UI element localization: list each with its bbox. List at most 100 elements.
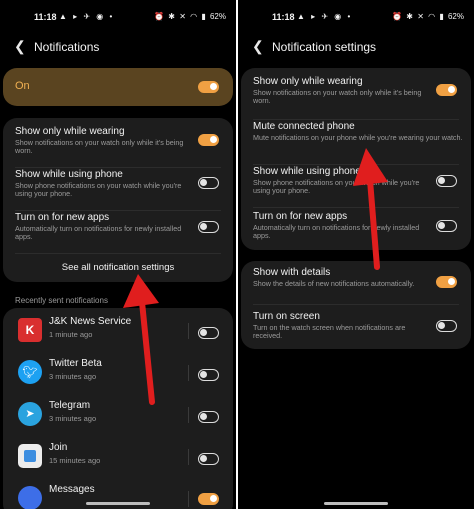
status-bar: 11:18 ▲ ▸ ✈ ◉ • ⏰ ✱ ✕ ◠ ▮ 62% xyxy=(0,11,236,25)
wifi-icon: ◠ xyxy=(428,12,436,21)
toggle-show-with-details[interactable] xyxy=(436,276,457,288)
toggle-knob xyxy=(448,86,455,93)
toggle-knob xyxy=(200,371,207,378)
toggle-app-twitter-beta[interactable] xyxy=(198,369,219,381)
screenshot-stage: 11:18 ▲ ▸ ✈ ◉ • ⏰ ✱ ✕ ◠ ▮ 62% ❮ Notifica… xyxy=(0,0,474,509)
telegram-icon: ➤ xyxy=(18,402,42,426)
setting-row-show-while-using-phone[interactable]: Show while using phone Show phone notifi… xyxy=(3,169,233,211)
master-switch-card[interactable]: On xyxy=(3,68,233,106)
toggle-knob xyxy=(200,455,207,462)
toggle-show-while-using-phone[interactable] xyxy=(436,175,457,187)
setting-row-show-with-details[interactable]: Show with details Show the details of ne… xyxy=(241,267,471,305)
app-name: J&K News Service xyxy=(49,316,132,327)
divider xyxy=(15,167,221,168)
master-toggle[interactable] xyxy=(198,81,219,93)
setting-row-turn-on-for-new-apps[interactable]: Turn on for new apps Automatically turn … xyxy=(3,212,233,254)
setting-subtitle: Automatically turn on notifications for … xyxy=(15,224,182,242)
page-title: Notifications xyxy=(34,40,100,54)
app-header: ❮ Notification settings xyxy=(238,38,474,58)
setting-subtitle: Show phone notifications on your watch w… xyxy=(15,181,182,199)
phone-screen-notification-settings: 11:18 ▲ ▸ ✈ ◉ • ⏰ ✱ ✕ ◠ ▮ 62% ❮ Notifica… xyxy=(238,0,474,509)
mute-icon: ✕ xyxy=(417,12,424,21)
app-row-jk-news-service[interactable]: K J&K News Service 1 minute ago xyxy=(3,312,233,352)
setting-row-turn-on-screen[interactable]: Turn on screen Turn on the watch screen … xyxy=(241,311,471,349)
bluetooth-icon: ✱ xyxy=(406,12,413,21)
status-time: 11:18 xyxy=(272,12,295,22)
toggle-knob xyxy=(200,413,207,420)
divider xyxy=(188,323,189,339)
signal-icon: ▮ xyxy=(201,12,206,21)
join-icon xyxy=(18,444,42,468)
toggle-app-join[interactable] xyxy=(198,453,219,465)
setting-row-show-only-while-wearing[interactable]: Show only while wearing Show notificatio… xyxy=(3,126,233,168)
back-arrow-icon[interactable]: ❮ xyxy=(14,38,26,55)
setting-subtitle: Turn on the watch screen when notificati… xyxy=(253,323,406,341)
toggle-show-only-while-wearing[interactable] xyxy=(436,84,457,96)
setting-row-show-while-using-phone[interactable]: Show while using phone Show phone notifi… xyxy=(241,166,471,208)
status-time: 11:18 xyxy=(34,12,57,22)
setting-row-mute-connected-phone[interactable]: Mute connected phone Mute notifications … xyxy=(241,121,471,165)
app-row-join[interactable]: Join 15 minutes ago xyxy=(3,438,233,478)
divider xyxy=(188,407,189,423)
page-title: Notification settings xyxy=(272,40,377,54)
toggle-knob xyxy=(200,223,207,230)
setting-title: Turn on for new apps xyxy=(15,212,110,223)
status-right-icons: ⏰ ✱ ✕ ◠ ▮ 62% xyxy=(390,12,464,21)
app-name: Messages xyxy=(49,484,95,495)
toggle-knob xyxy=(210,136,217,143)
setting-subtitle: Show the details of new notifications au… xyxy=(253,279,415,288)
app-header: ❮ Notifications xyxy=(0,38,236,58)
messages-icon xyxy=(18,486,42,509)
app-time: 1 minute ago xyxy=(49,330,93,339)
settings-group-card: Show only while wearing Show notificatio… xyxy=(241,68,471,250)
phone-screen-notifications: 11:18 ▲ ▸ ✈ ◉ • ⏰ ✱ ✕ ◠ ▮ 62% ❮ Notifica… xyxy=(0,0,236,509)
toggle-knob xyxy=(200,179,207,186)
gesture-bar[interactable] xyxy=(86,502,150,505)
toggle-knob xyxy=(210,83,217,90)
wifi-icon: ◠ xyxy=(190,12,198,21)
divider xyxy=(15,253,221,254)
toggle-app-jk-news-service[interactable] xyxy=(198,327,219,339)
setting-row-show-only-while-wearing[interactable]: Show only while wearing Show notificatio… xyxy=(241,76,471,120)
toggle-turn-on-for-new-apps[interactable] xyxy=(436,220,457,232)
toggle-show-only-while-wearing[interactable] xyxy=(198,134,219,146)
status-bar: 11:18 ▲ ▸ ✈ ◉ • ⏰ ✱ ✕ ◠ ▮ 62% xyxy=(238,11,474,25)
gesture-bar[interactable] xyxy=(324,502,388,505)
setting-title: Mute connected phone xyxy=(253,121,355,132)
divider xyxy=(15,210,221,211)
setting-row-turn-on-for-new-apps[interactable]: Turn on for new apps Automatically turn … xyxy=(241,211,471,249)
toggle-turn-on-screen[interactable] xyxy=(436,320,457,332)
alarm-icon: ⏰ xyxy=(392,12,403,21)
setting-title: Show only while wearing xyxy=(15,126,125,137)
alarm-icon: ⏰ xyxy=(154,12,165,21)
setting-title: Show with details xyxy=(253,267,331,278)
setting-title: Show while using phone xyxy=(253,166,361,177)
bluetooth-icon: ✱ xyxy=(168,12,175,21)
status-notification-icons: ▲ ▸ ✈ ◉ • xyxy=(297,12,353,21)
toggle-knob xyxy=(200,329,207,336)
toggle-knob xyxy=(448,278,455,285)
setting-subtitle: Automatically turn on notifications for … xyxy=(253,223,420,241)
toggle-app-telegram[interactable] xyxy=(198,411,219,423)
divider xyxy=(253,207,459,208)
setting-subtitle: Show phone notifications on your watch w… xyxy=(253,178,420,196)
app-row-twitter-beta[interactable]: 🐦︎ Twitter Beta 3 minutes ago xyxy=(3,354,233,394)
setting-title: Turn on screen xyxy=(253,311,320,322)
twitter-icon: 🐦︎ xyxy=(18,360,42,384)
setting-title: Turn on for new apps xyxy=(253,211,348,222)
see-all-notification-settings-link[interactable]: See all notification settings xyxy=(3,262,233,273)
back-arrow-icon[interactable]: ❮ xyxy=(252,38,264,55)
toggle-show-while-using-phone[interactable] xyxy=(198,177,219,189)
toggle-knob xyxy=(438,222,445,229)
join-icon-square xyxy=(24,450,36,462)
toggle-turn-on-for-new-apps[interactable] xyxy=(198,221,219,233)
app-name: Join xyxy=(49,442,68,453)
setting-title: Show only while wearing xyxy=(253,76,363,87)
toggle-app-messages[interactable] xyxy=(198,493,219,505)
battery-level: 62% xyxy=(447,12,464,21)
divider xyxy=(188,491,189,507)
app-row-telegram[interactable]: ➤ Telegram 3 minutes ago xyxy=(3,396,233,436)
jk-news-icon: K xyxy=(18,318,42,342)
divider xyxy=(188,449,189,465)
battery-level: 62% xyxy=(209,12,226,21)
